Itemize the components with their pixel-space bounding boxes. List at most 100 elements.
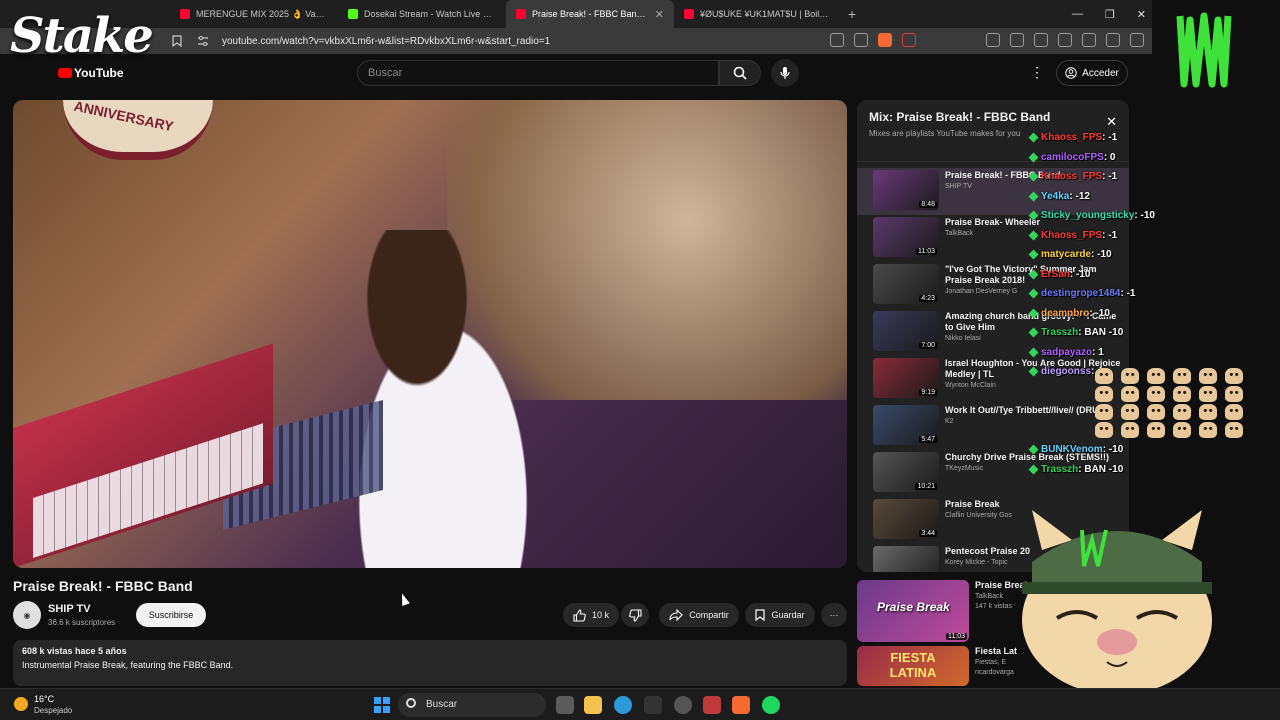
site-settings-icon[interactable] xyxy=(196,34,210,48)
recommendation-thumbnail[interactable]: FIESTA LATINA xyxy=(857,646,969,686)
media-icon[interactable] xyxy=(1010,33,1024,47)
recommendation-thumbnail[interactable]: Praise Break 11:03 xyxy=(857,580,969,642)
cat-emote-icon xyxy=(1173,422,1191,438)
weather-temperature[interactable]: 16°C xyxy=(34,694,54,704)
youtube-play-icon xyxy=(58,68,72,78)
weather-sun-icon[interactable] xyxy=(14,697,28,711)
cat-emote-icon xyxy=(1225,368,1243,384)
video-player[interactable]: ANNIVERSARY xyxy=(13,100,847,568)
chat-username: matycarde xyxy=(1041,249,1092,261)
close-window-button[interactable]: ✕ xyxy=(1137,8,1146,21)
mix-thumbnail[interactable]: 5:47 xyxy=(873,405,939,445)
browser-tab[interactable]: ¥ØU$UKE ¥UK1MAT$U | Boiler Room xyxy=(674,0,842,28)
moderator-badge-icon xyxy=(1028,171,1039,182)
chat-message: ErSan: -10 xyxy=(1028,265,1155,285)
subscribe-button[interactable]: Suscribirse xyxy=(136,603,206,627)
mix-thumbnail[interactable]: 4:23 xyxy=(873,264,939,304)
chat-message: sadpayazo: 1 xyxy=(1028,343,1155,363)
cat-emote-icon xyxy=(1147,404,1165,420)
search-input[interactable]: Buscar xyxy=(357,60,719,86)
edge-browser-icon[interactable] xyxy=(614,696,632,714)
recommendation-views: ricardovarga xyxy=(975,669,1014,676)
video-duration: 8:48 xyxy=(919,201,937,208)
cast-icon[interactable] xyxy=(830,33,844,47)
recommendation-item[interactable]: FIESTA LATINA Fiesta Lat Fiestas, E rica… xyxy=(857,646,1017,686)
chat-message: Trasszh: BAN -10 xyxy=(1028,460,1155,480)
brave-rewards-icon[interactable] xyxy=(902,33,916,47)
like-button[interactable]: 10 k xyxy=(563,603,619,627)
thumbnail-text: FIESTA LATINA xyxy=(889,650,937,680)
mix-thumbnail[interactable]: 8:48 xyxy=(873,170,939,210)
cat-emote-icon xyxy=(1199,404,1217,420)
chat-text: : -10 xyxy=(1091,249,1112,261)
video-duration: 9:19 xyxy=(919,389,937,396)
mix-thumbnail[interactable]: 9:19 xyxy=(873,358,939,398)
youtube-logo[interactable]: YouTube xyxy=(58,66,124,80)
chat-message: Sticky_youngsticky: -10 xyxy=(1028,206,1155,226)
chat-message: destingrope1484: -1 xyxy=(1028,284,1155,304)
chat-text: : -10 xyxy=(1069,268,1091,280)
share-icon[interactable] xyxy=(854,33,868,47)
monster-energy-logo-icon xyxy=(1176,12,1232,88)
maximize-button[interactable]: ❐ xyxy=(1105,8,1115,21)
weather-description[interactable]: Despejado xyxy=(34,706,72,715)
close-tab-icon[interactable]: ✕ xyxy=(655,8,664,21)
video-description[interactable]: 608 k vistas hace 5 años Instrumental Pr… xyxy=(13,640,847,686)
channel-avatar[interactable]: ◉ xyxy=(13,601,41,629)
youtube-favicon-icon xyxy=(684,9,694,19)
search-icon xyxy=(733,66,747,80)
recommendation-item[interactable]: Praise Break 11:03 Praise Break TalkBack… xyxy=(857,580,1030,642)
new-tab-button[interactable]: + xyxy=(842,6,862,22)
valorant-icon[interactable] xyxy=(703,696,721,714)
spotify-icon[interactable] xyxy=(762,696,780,714)
dislike-button[interactable] xyxy=(621,603,649,627)
browser-tab[interactable]: MERENGUE MIX 2025 👌 Vagabundo xyxy=(170,0,338,28)
taskbar-search[interactable]: Buscar xyxy=(398,693,546,717)
sign-in-button[interactable]: Acceder xyxy=(1056,60,1128,86)
bookmark-icon[interactable] xyxy=(170,34,184,48)
mix-thumbnail[interactable]: 3:22 xyxy=(873,546,939,572)
thumbs-down-icon xyxy=(628,608,642,622)
leo-ai-icon[interactable] xyxy=(1082,33,1096,47)
file-explorer-icon[interactable] xyxy=(584,696,602,714)
save-button[interactable]: Guardar xyxy=(745,603,815,627)
chrome-icon[interactable] xyxy=(674,696,692,714)
browser-tab-active[interactable]: Praise Break! - FBBC Band - Yo ✕ xyxy=(506,0,674,28)
task-view-icon[interactable] xyxy=(556,696,574,714)
wallet-icon[interactable] xyxy=(1058,33,1072,47)
url-field[interactable]: youtube.com/watch?v=vkbxXLm6r-w&list=RDv… xyxy=(222,36,550,47)
settings-menu-icon[interactable]: ⋮ xyxy=(1030,64,1044,81)
chat-username: destingrope1484 xyxy=(1041,288,1121,300)
brave-shield-icon[interactable] xyxy=(878,33,892,47)
thumbnail-text: Praise Break xyxy=(877,600,950,614)
mix-thumbnail[interactable]: 3:44 xyxy=(873,499,939,539)
mix-thumbnail[interactable]: 10:21 xyxy=(873,452,939,492)
sidebar-icon[interactable] xyxy=(1034,33,1048,47)
mix-thumbnail[interactable]: 11:03 xyxy=(873,217,939,257)
tab-label: MERENGUE MIX 2025 👌 Vagabundo xyxy=(196,8,328,19)
start-button[interactable] xyxy=(374,697,390,713)
chat-username: camilocoFPS xyxy=(1041,151,1104,163)
video-duration: 11:03 xyxy=(916,248,937,255)
video-duration: 11:03 xyxy=(946,633,967,640)
brave-browser-icon[interactable] xyxy=(732,696,750,714)
chat-message: Khaoss_FPS: -1 xyxy=(1028,128,1155,148)
mix-title: Mix: Praise Break! - FBBC Band xyxy=(869,110,1051,124)
menu-icon[interactable] xyxy=(1130,33,1144,47)
channel-name[interactable]: SHIP TV xyxy=(48,603,91,615)
extension-icon[interactable] xyxy=(986,33,1000,47)
video-duration: 10:21 xyxy=(915,483,937,490)
app-icon[interactable] xyxy=(644,696,662,714)
video-title: Praise Break! - FBBC Band xyxy=(13,578,193,594)
browser-tab[interactable]: Dosekai Stream - Watch Live on Kick xyxy=(338,0,506,28)
mix-thumbnail[interactable]: 7:00 xyxy=(873,311,939,351)
vpn-icon[interactable] xyxy=(1106,33,1120,47)
minimize-button[interactable]: — xyxy=(1072,8,1083,20)
more-actions-button[interactable]: ··· xyxy=(821,603,847,627)
chat-username: Sticky_youngsticky xyxy=(1041,210,1135,222)
video-duration: 5:47 xyxy=(919,436,937,443)
cat-emote-icon xyxy=(1199,386,1217,402)
voice-search-button[interactable] xyxy=(771,59,799,87)
share-button[interactable]: Compartir xyxy=(659,603,739,627)
search-button[interactable] xyxy=(719,60,761,86)
